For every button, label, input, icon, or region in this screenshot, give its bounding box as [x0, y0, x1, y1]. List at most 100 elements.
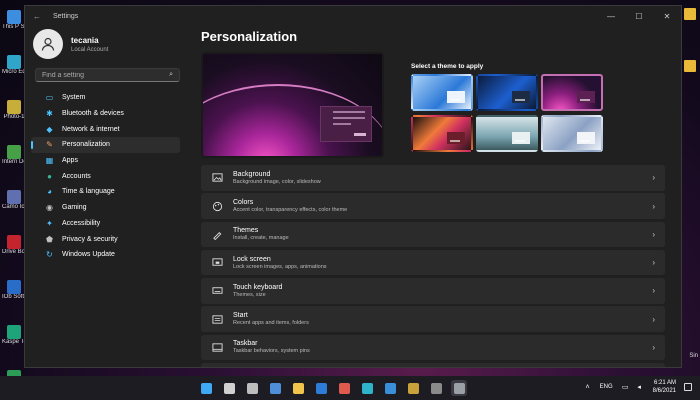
sidebar-item-privacy-security[interactable]: ⬟ Privacy & security — [31, 231, 180, 247]
settings-icon[interactable] — [451, 380, 467, 396]
language-indicator[interactable]: ENG — [600, 384, 613, 390]
sidebar-item-apps[interactable]: ▦ Apps — [31, 153, 180, 169]
settings-row-themes[interactable]: Themes Install, create, manage › — [201, 221, 665, 248]
account-type: Local Account — [71, 46, 109, 53]
settings-row-background[interactable]: Background Background image, color, slide… — [201, 165, 665, 191]
search-icon[interactable]: ⌕ — [169, 71, 173, 79]
desktop-icon[interactable]: IOb Softw — [2, 280, 26, 323]
folder-icon[interactable] — [684, 60, 696, 72]
theme-windows-dark[interactable] — [476, 74, 538, 111]
store-icon[interactable] — [313, 380, 329, 396]
theme-flow[interactable] — [541, 115, 603, 152]
minimize-button[interactable]: — — [597, 6, 625, 26]
apps-icon: ▦ — [45, 156, 54, 166]
sidebar-item-time-language[interactable]: ◕ Time & language — [31, 184, 180, 200]
sidebar-item-windows-update[interactable]: ↻ Windows Update — [31, 247, 180, 263]
theme-grid — [411, 74, 603, 152]
sidebar-item-personalization[interactable]: ✎ Personalization — [31, 137, 180, 153]
app-icon — [7, 190, 21, 204]
folder-icon[interactable] — [684, 8, 696, 20]
app-icon — [7, 145, 21, 159]
desktop-icon[interactable]: This P Shorte — [2, 10, 26, 53]
settings-row-fonts[interactable]: AFonts› — [201, 362, 665, 367]
desktop-icon[interactable]: Kaspe Total Se — [2, 325, 26, 368]
desktop-icon[interactable]: Micro Edg — [2, 55, 26, 98]
theme-captured-motion[interactable] — [411, 115, 473, 152]
widgets-icon[interactable] — [267, 380, 283, 396]
desktop-icon-label: Drive Boost — [2, 249, 26, 255]
theme-glow[interactable] — [541, 74, 603, 111]
theme-sunrise[interactable] — [476, 115, 538, 152]
sidebar-item-bluetooth-devices[interactable]: ✱ Bluetooth & devices — [31, 106, 180, 122]
network-icon[interactable]: ▭ — [621, 383, 630, 392]
user-name: tecania — [71, 35, 99, 45]
update-icon: ↻ — [46, 250, 53, 260]
settings-row-start[interactable]: Start Recent apps and items, folders › — [201, 306, 665, 332]
clock[interactable]: 6:21 AM 8/6/2021 — [653, 379, 676, 395]
sidebar-item-network-internet[interactable]: ◆ Network & internet — [31, 121, 180, 137]
sidebar-item-label: Apps — [62, 157, 78, 165]
row-title: Colors — [233, 199, 254, 207]
desktop-icons-right: Sin — [684, 8, 698, 359]
desktop-icon[interactable]: Photo-1 — [2, 100, 26, 143]
volume-icon[interactable]: ◂ — [635, 383, 644, 392]
chevron-right-icon: › — [652, 173, 655, 183]
desktop-icon[interactable]: Drive Boost — [2, 235, 26, 278]
row-title: Background — [233, 170, 271, 178]
photos-icon[interactable] — [405, 380, 421, 396]
sidebar-item-gaming[interactable]: ◉ Gaming — [31, 200, 180, 216]
desktop-icon[interactable]: Camo IcoDra — [2, 190, 26, 233]
theme-window-preview — [577, 91, 595, 103]
row-title: Touch keyboard — [233, 283, 283, 291]
sidebar-item-label: Bluetooth & devices — [62, 110, 124, 118]
sidebar-item-system[interactable]: ▭ System — [31, 90, 180, 106]
search-icon[interactable] — [221, 380, 237, 396]
notification-icon[interactable] — [684, 383, 692, 391]
search-input[interactable] — [42, 71, 170, 79]
task-view-icon[interactable] — [244, 380, 260, 396]
desktop-icon[interactable]: Intern Down — [2, 145, 26, 188]
row-subtitle: Accent color, transparency effects, colo… — [233, 207, 348, 214]
row-title: Start — [233, 312, 248, 320]
theme-preview — [201, 52, 384, 158]
settings-row-touch-keyboard[interactable]: Touch keyboard Themes, size › — [201, 278, 665, 304]
app-icon — [7, 280, 21, 294]
close-button[interactable]: ✕ — [653, 6, 681, 26]
back-arrow-icon[interactable]: ← — [33, 12, 45, 21]
chevron-right-icon: › — [652, 342, 655, 352]
app-icon — [7, 100, 21, 114]
sidebar-item-label: Network & internet — [62, 125, 120, 133]
mail-icon[interactable] — [336, 380, 352, 396]
row-subtitle: Themes, size — [233, 291, 266, 298]
desktop-icon-label: Kaspe Total Se — [2, 339, 26, 345]
theme-window-preview — [577, 132, 595, 144]
sidebar-item-label: Windows Update — [62, 251, 115, 259]
app-icon[interactable] — [382, 380, 398, 396]
search-box[interactable]: ⌕ — [35, 68, 180, 82]
sidebar-item-label: Time & language — [62, 188, 115, 196]
taskbar: ˄ ENG ▭ ◂ 6:21 AM 8/6/2021 — [0, 376, 700, 400]
chevron-up-icon[interactable]: ˄ — [586, 384, 590, 391]
user-profile[interactable]: tecania Local Account — [25, 26, 190, 62]
folder-icon[interactable] — [290, 380, 306, 396]
brush-icon — [211, 228, 223, 240]
app-icon — [7, 55, 21, 69]
palette-icon — [211, 200, 223, 212]
user-icon — [41, 37, 55, 51]
app2-icon[interactable] — [428, 380, 444, 396]
image-icon — [211, 172, 223, 184]
app-icon — [7, 10, 21, 24]
settings-row-taskbar[interactable]: Taskbar Taskbar behaviors, system pins › — [201, 334, 665, 361]
taskbar-apps — [198, 380, 474, 396]
row-title: Themes — [233, 227, 259, 235]
sidebar-item-label: Accessibility — [62, 219, 101, 227]
window-title: Settings — [53, 12, 79, 20]
sidebar-item-accessibility[interactable]: ✦ Accessibility — [31, 216, 180, 232]
start-icon[interactable] — [198, 380, 214, 396]
settings-row-colors[interactable]: Colors Accent color, transparency effects… — [201, 193, 665, 219]
settings-row-lock-screen[interactable]: Lock screen Lock screen images, apps, ani… — [201, 249, 665, 276]
edge-icon[interactable] — [359, 380, 375, 396]
maximize-button[interactable]: ☐ — [625, 6, 653, 26]
sidebar-item-accounts[interactable]: ● Accounts — [31, 168, 180, 184]
theme-windows-light[interactable] — [411, 74, 473, 111]
